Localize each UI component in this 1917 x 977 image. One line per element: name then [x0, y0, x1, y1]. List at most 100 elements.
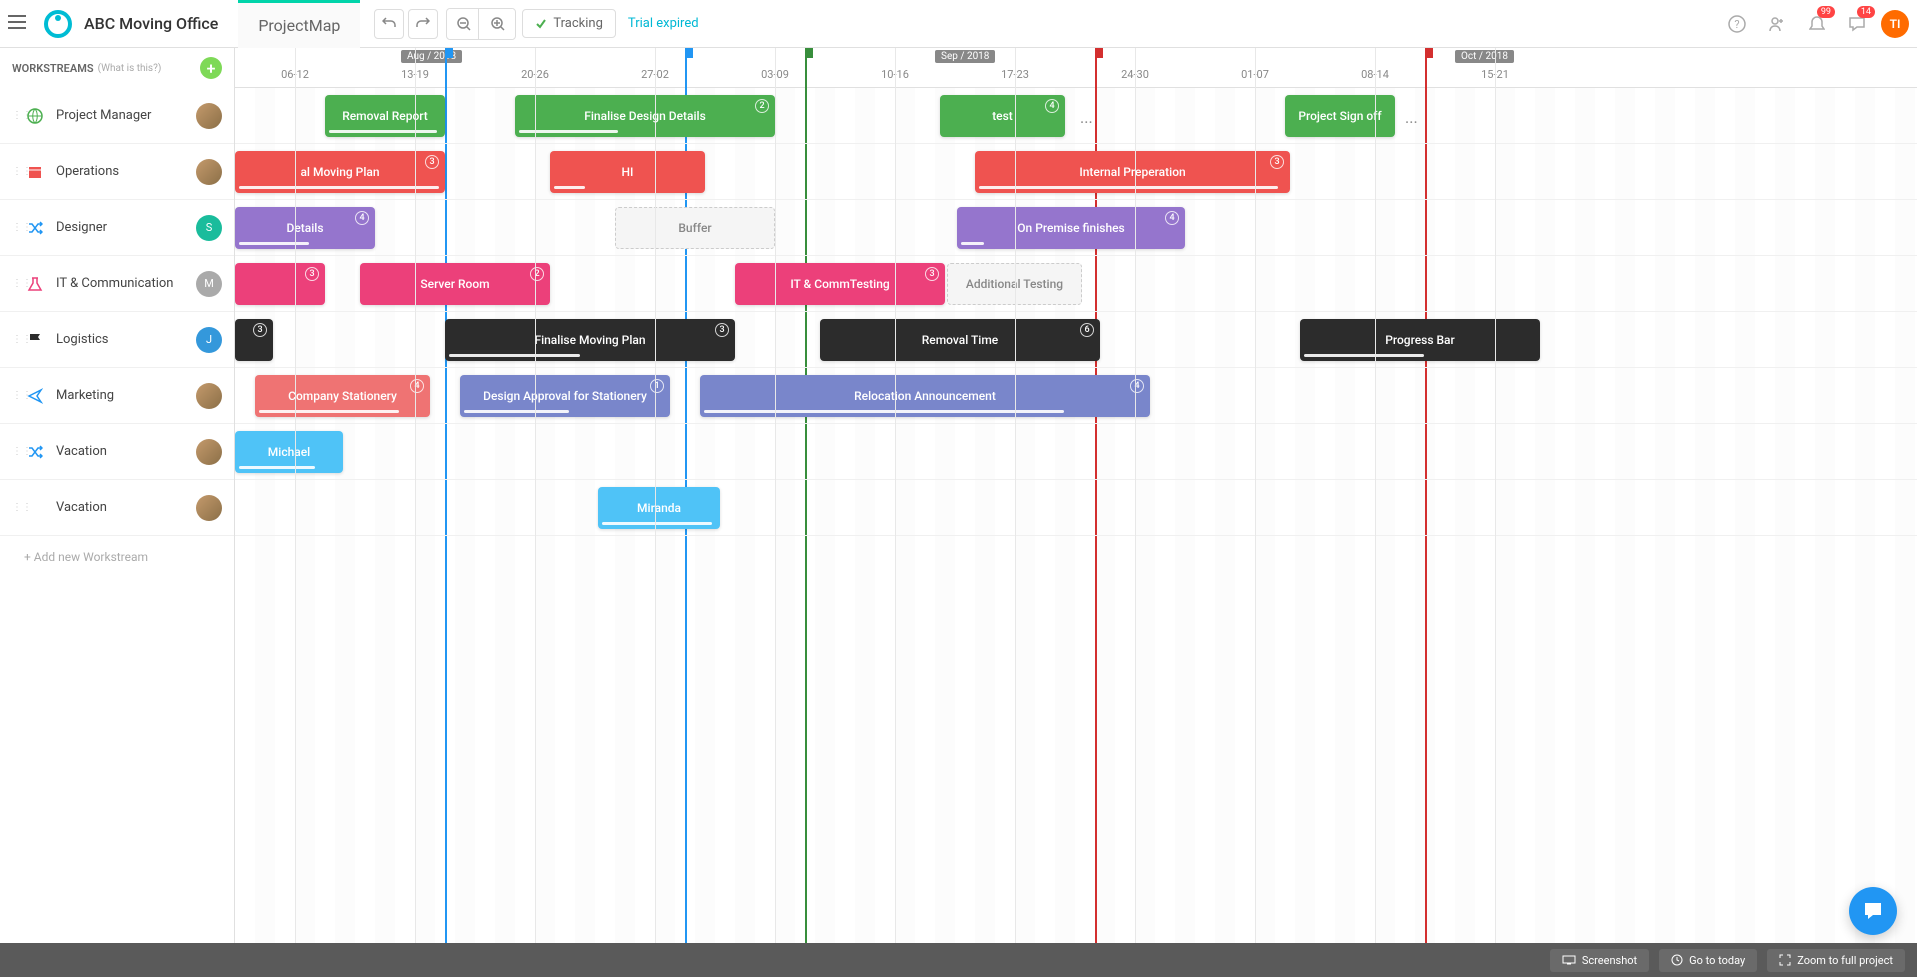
task-bar[interactable]: Company Stationery4 [255, 375, 430, 417]
workstream-avatar[interactable] [196, 495, 222, 521]
go-today-button[interactable]: Go to today [1659, 949, 1757, 972]
workstream-row[interactable]: ⋮⋮ Vacation [0, 424, 234, 480]
task-count: 4 [1130, 379, 1144, 393]
messages-icon[interactable]: 14 [1841, 8, 1873, 40]
workstream-avatar[interactable] [196, 383, 222, 409]
task-label: Buffer [678, 221, 711, 235]
add-workstream-link[interactable]: + Add new Workstream [0, 536, 234, 578]
task-bar[interactable]: 3 [235, 263, 325, 305]
task-bar[interactable]: Internal Preperation3 [975, 151, 1290, 193]
task-label: Relocation Announcement [854, 389, 996, 403]
drag-handle-icon[interactable]: ⋮⋮ [12, 446, 20, 457]
clock-icon [1671, 954, 1683, 966]
drag-handle-icon[interactable]: ⋮⋮ [12, 390, 20, 401]
task-label: Design Approval for Stationery [483, 389, 647, 403]
task-bar[interactable]: Miranda [598, 487, 720, 529]
workstream-row[interactable]: ⋮⋮ IT & Communication M [0, 256, 234, 312]
task-bar[interactable]: Server Room2 [360, 263, 550, 305]
task-bar[interactable]: Michael [235, 431, 343, 473]
drag-handle-icon[interactable]: ⋮⋮ [12, 110, 20, 121]
workstream-row[interactable]: ⋮⋮ Logistics J [0, 312, 234, 368]
workstream-name: IT & Communication [56, 276, 196, 291]
task-bar[interactable]: Progress Bar [1300, 319, 1540, 361]
drag-handle-icon[interactable]: ⋮⋮ [12, 278, 20, 289]
user-avatar[interactable]: TI [1881, 10, 1909, 38]
task-label: Finalise Moving Plan [534, 333, 645, 347]
gantt-row: 3 Finalise Moving Plan3 Removal Time6 Progr… [235, 312, 1917, 368]
tab-label: ProjectMap [258, 16, 340, 35]
tab-projectmap[interactable]: ProjectMap [238, 0, 360, 48]
chat-fab[interactable] [1849, 887, 1897, 935]
task-bar[interactable]: On Premise finishes4 [957, 207, 1185, 249]
tracking-button[interactable]: Tracking [522, 9, 616, 38]
task-bar[interactable]: HI [550, 151, 705, 193]
gantt-row: Removal Report Finalise Design Details2 te… [235, 88, 1917, 144]
workstream-row[interactable]: ⋮⋮ Project Manager [0, 88, 234, 144]
workstream-row[interactable]: ⋮⋮ Designer S [0, 200, 234, 256]
drag-handle-icon[interactable]: ⋮⋮ [12, 502, 20, 513]
gantt-row: Michael [235, 424, 1917, 480]
task-bar[interactable]: Finalise Design Details2 [515, 95, 775, 137]
task-count: 2 [755, 99, 769, 113]
task-bar[interactable]: Project Sign off [1285, 95, 1395, 137]
zoom-in-button[interactable] [483, 9, 513, 39]
workstreams-hint[interactable]: (What is this?) [98, 63, 162, 74]
task-label: Server Room [420, 277, 489, 291]
add-workstream-button[interactable]: + [200, 57, 222, 79]
notifications-icon[interactable]: 99 [1801, 8, 1833, 40]
task-bar[interactable]: Finalise Moving Plan3 [445, 319, 735, 361]
zoom-full-button[interactable]: Zoom to full project [1767, 949, 1905, 972]
tracking-label: Tracking [553, 16, 603, 31]
drag-handle-icon[interactable]: ⋮⋮ [12, 166, 20, 177]
gridline [1375, 48, 1376, 943]
gantt-row: Details4 Buffer On Premise finishes4 [235, 200, 1917, 256]
task-progress [449, 354, 580, 357]
task-bar[interactable]: Removal Time6 [820, 319, 1100, 361]
workstream-avatar[interactable]: S [196, 215, 222, 241]
help-icon[interactable]: ? [1721, 8, 1753, 40]
task-bar[interactable]: Removal Report [325, 95, 445, 137]
workstream-avatar[interactable] [196, 103, 222, 129]
drag-handle-icon[interactable]: ⋮⋮ [12, 222, 20, 233]
task-progress [239, 466, 315, 469]
task-bar[interactable]: 3 [235, 319, 273, 361]
task-bar[interactable]: Relocation Announcement 4 [700, 375, 1150, 417]
task-bar[interactable]: test4 [940, 95, 1065, 137]
task-progress [554, 186, 585, 189]
task-bar[interactable]: Design Approval for Stationery1 [460, 375, 670, 417]
workstream-avatar[interactable] [196, 159, 222, 185]
shuffle-icon [26, 443, 44, 461]
workstream-row[interactable]: ⋮⋮ Operations [0, 144, 234, 200]
workstream-avatar[interactable]: J [196, 327, 222, 353]
workstream-avatar[interactable]: M [196, 271, 222, 297]
workstream-avatar[interactable] [196, 439, 222, 465]
task-bar[interactable]: Buffer [615, 207, 775, 249]
task-label: Details [286, 221, 323, 235]
gantt-row: al Moving Plan3 HI Internal Preperation3 [235, 144, 1917, 200]
gridline [1015, 48, 1016, 943]
add-user-icon[interactable] [1761, 8, 1793, 40]
screenshot-button[interactable]: Screenshot [1550, 949, 1649, 972]
month-label: Sep / 2018 [935, 50, 995, 63]
drag-handle-icon[interactable]: ⋮⋮ [12, 334, 20, 345]
task-bar[interactable]: Details4 [235, 207, 375, 249]
menu-icon[interactable] [8, 14, 32, 33]
gridline [535, 48, 536, 943]
task-bar[interactable]: IT & CommTesting3 [735, 263, 945, 305]
workstream-row[interactable]: ⋮⋮ Vacation [0, 480, 234, 536]
workstream-row[interactable]: ⋮⋮ Marketing [0, 368, 234, 424]
task-bar[interactable]: al Moving Plan3 [235, 151, 445, 193]
flask-icon [26, 275, 44, 293]
zoom-out-button[interactable] [449, 9, 479, 39]
task-progress [1304, 354, 1424, 357]
workstream-name: Designer [56, 220, 196, 235]
undo-button[interactable] [374, 9, 404, 39]
more-tasks-icon[interactable]: ... [1405, 108, 1418, 127]
task-count: 6 [1080, 323, 1094, 337]
redo-button[interactable] [408, 9, 438, 39]
task-label: IT & CommTesting [790, 277, 889, 291]
screenshot-label: Screenshot [1582, 954, 1637, 967]
trial-status[interactable]: Trial expired [628, 16, 699, 31]
more-tasks-icon[interactable]: ... [1080, 108, 1093, 127]
gridline [655, 48, 656, 943]
